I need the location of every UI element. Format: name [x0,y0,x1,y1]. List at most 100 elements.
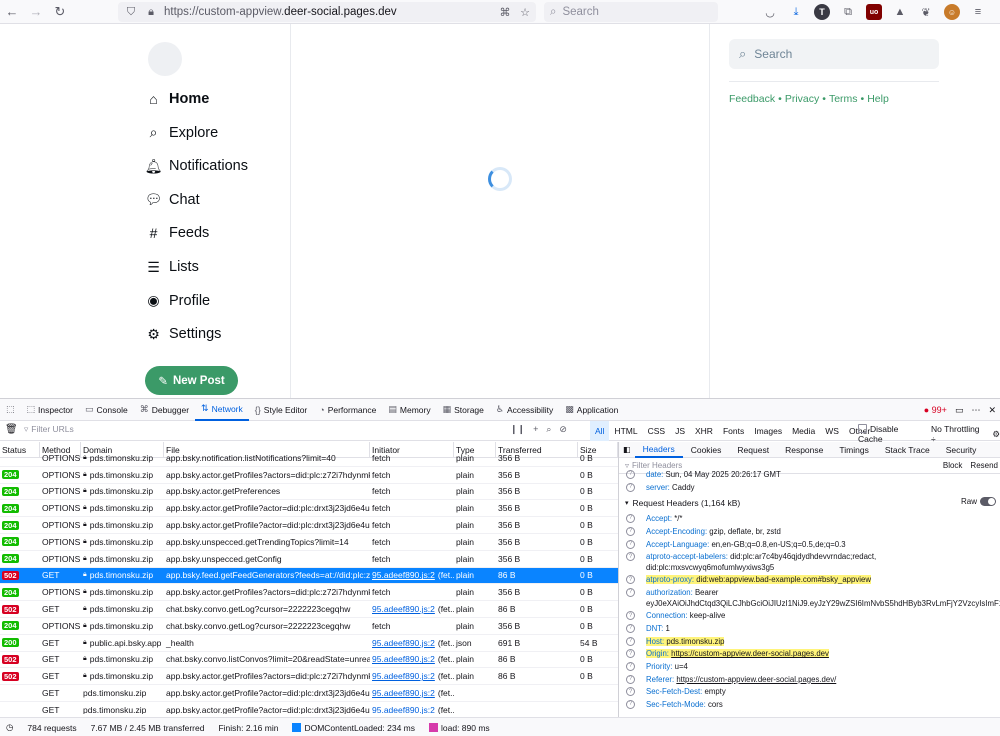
menu-icon[interactable]: ≡ [970,4,986,20]
help-icon[interactable]: ? [626,674,635,684]
initiator-link[interactable]: 95.adeef890.js:2 [372,688,435,698]
table-row[interactable]: 204 OPTIONS 🔒︎ pds.timonsku.zip chat.bsky.co… [0,618,618,635]
raw-toggle[interactable]: Raw [961,497,996,507]
browser-search-input[interactable]: ⌕ Search [544,2,718,22]
nav-item-explore[interactable]: ⌕ Explore [146,118,219,148]
help-icon[interactable]: ? [626,514,635,524]
extension-t-icon[interactable]: T [814,4,830,20]
footer-link-privacy[interactable]: Privacy [785,93,819,105]
lock-icon[interactable]: 🔒︎ [144,6,158,19]
help-icon[interactable]: ? [626,482,635,492]
footer-link-terms[interactable]: Terms [829,93,858,105]
help-icon[interactable]: ? [626,575,635,585]
details-tab-security[interactable]: Security [938,442,985,458]
table-row[interactable]: 204 OPTIONS 🔒︎ pds.timonsku.zip app.bsky.act… [0,484,618,501]
initiator-link[interactable]: 95.adeef890.js:2 [372,638,435,648]
help-icon[interactable]: ? [626,624,635,633]
table-row[interactable]: 502 GET 🔒︎ pds.timonsku.zip app.bsky.feed.ge… [0,567,618,585]
search-icon[interactable]: ⌕ [546,424,551,435]
tab-console[interactable]: ▭ Console [79,399,134,421]
block-icon[interactable]: ⊘ [559,424,567,435]
table-row[interactable]: 204 OPTIONS 🔒︎ pds.timonsku.zip app.bsky.uns… [0,534,618,551]
user-avatar[interactable] [148,42,182,76]
initiator-link[interactable]: 95.adeef890.js:2 [372,570,435,580]
help-icon[interactable]: ? [626,687,635,697]
block-button[interactable]: Block [943,461,963,470]
help-icon[interactable]: ? [626,588,635,598]
details-tab-stack-trace[interactable]: Stack Trace [877,442,938,458]
type-filter-js[interactable]: JS [670,421,690,441]
toggle-switch[interactable] [980,497,996,507]
search-input[interactable]: ⌕ Search [729,39,939,69]
disable-cache-checkbox[interactable]: Disable Cache [858,424,925,444]
reload-icon[interactable]: ↻ [48,0,72,24]
nav-item-notifications[interactable]: 🔔︎ Notifications [145,151,248,181]
details-tab-response[interactable]: Response [777,442,831,458]
type-filter-xhr[interactable]: XHR [690,421,718,441]
download-icon[interactable]: ⤓ [788,4,804,20]
table-row[interactable]: 502 GET 🔒︎ pds.timonsku.zip chat.bsky.convo.… [0,601,618,618]
resend-button[interactable]: Resend [970,461,998,470]
tab-network[interactable]: ⇅ Network [195,399,249,421]
table-row[interactable]: OPTIONS 🔒︎ pds.timonsku.zip app.bsky.notifi… [0,450,618,467]
type-filter-fonts[interactable]: Fonts [718,421,749,441]
settings-gear-icon[interactable]: ⚙ [992,429,1000,440]
table-row[interactable]: 200 GET 🔒︎ public.api.bsky.app _health 95.ade… [0,635,618,652]
panel-toggle-icon[interactable]: ◧ [623,445,631,454]
profile-avatar-icon[interactable]: ☺ [944,4,960,20]
table-row[interactable]: 204 OPTIONS 🔒︎ pds.timonsku.zip app.bsky.uns… [0,551,618,568]
help-icon[interactable]: ? [626,636,635,646]
tab-application[interactable]: ▩ Application [559,399,624,421]
details-tab-cookies[interactable]: Cookies [683,442,730,458]
nav-item-profile[interactable]: ◉ Profile [146,286,210,316]
ublock-icon[interactable]: uo [866,4,882,20]
help-icon[interactable]: ? [626,539,635,549]
forward-arrow-icon[interactable]: → [24,0,48,24]
details-tab-timings[interactable]: Timings [831,442,876,458]
footer-link-feedback[interactable]: Feedback [729,93,775,105]
pause-icon[interactable]: ❙❙ [510,424,525,435]
translate-icon[interactable]: ⌘ [498,6,512,19]
nav-item-lists[interactable]: ☰ Lists [146,252,199,282]
bookmark-star-icon[interactable]: ☆ [518,6,532,19]
back-arrow-icon[interactable]: ← [0,0,24,24]
details-tab-headers[interactable]: Headers [634,442,683,458]
initiator-link[interactable]: 95.adeef890.js:2 [372,604,435,614]
initiator-link[interactable]: 95.adeef890.js:2 [372,671,435,681]
filter-urls-input[interactable]: ▿ Filter URLs [24,424,74,435]
initiator-link[interactable]: 95.adeef890.js:2 [372,654,435,664]
help-icon[interactable]: ? [626,662,635,672]
help-icon[interactable]: ? [626,649,635,659]
trash-icon[interactable]: 🗑︎ [5,424,18,435]
table-row[interactable]: GET pds.timonsku.zip app.bsky.actor.getPro… [0,702,618,714]
url-bar[interactable]: ⛉ 🔒︎ https://custom-appview.deer-social.… [118,2,536,22]
close-icon[interactable]: ✕ [988,405,996,416]
url-text[interactable]: https://custom-appview.deer-social.pages… [164,6,492,18]
nav-item-home[interactable]: ⌂ Home [146,84,209,114]
table-row[interactable]: 204 OPTIONS 🔒︎ pds.timonsku.zip app.bsky.act… [0,500,618,518]
dock-icon[interactable]: ▭ [955,405,964,416]
tab-storage[interactable]: ▦ Storage [437,399,490,421]
table-row[interactable]: 502 GET 🔒︎ pds.timonsku.zip chat.bsky.convo.… [0,652,618,669]
table-row[interactable]: GET pds.timonsku.zip app.bsky.actor.getPro… [0,685,618,702]
tab-accessibility[interactable]: ♿︎ Accessibility [490,399,559,421]
help-icon[interactable]: ? [626,470,635,479]
new-post-button[interactable]: ✎ New Post [145,366,238,395]
more-options-icon[interactable]: ⋯ [971,405,980,416]
footer-link-help[interactable]: Help [867,93,889,105]
element-picker-icon[interactable]: ⬚ [0,399,21,421]
tab-debugger[interactable]: ⌘ Debugger [134,399,195,421]
type-filter-images[interactable]: Images [749,421,787,441]
tab-performance[interactable]: ◔ Performance [313,399,382,421]
header-value[interactable]: https://custom-appview.deer-social.pages… [676,675,836,684]
details-tab-request[interactable]: Request [729,442,777,458]
throttling-select[interactable]: No Throttling ÷ [931,424,986,444]
type-filter-html[interactable]: HTML [609,421,642,441]
tab-style-editor[interactable]: {} Style Editor [249,399,313,421]
type-filter-css[interactable]: CSS [643,421,670,441]
nav-item-settings[interactable]: ⚙ Settings [146,319,221,349]
help-icon[interactable]: ? [626,552,635,562]
tab-memory[interactable]: ▤ Memory [382,399,436,421]
error-count-badge[interactable]: ● 99+ [924,405,947,415]
type-filter-ws[interactable]: WS [820,421,844,441]
